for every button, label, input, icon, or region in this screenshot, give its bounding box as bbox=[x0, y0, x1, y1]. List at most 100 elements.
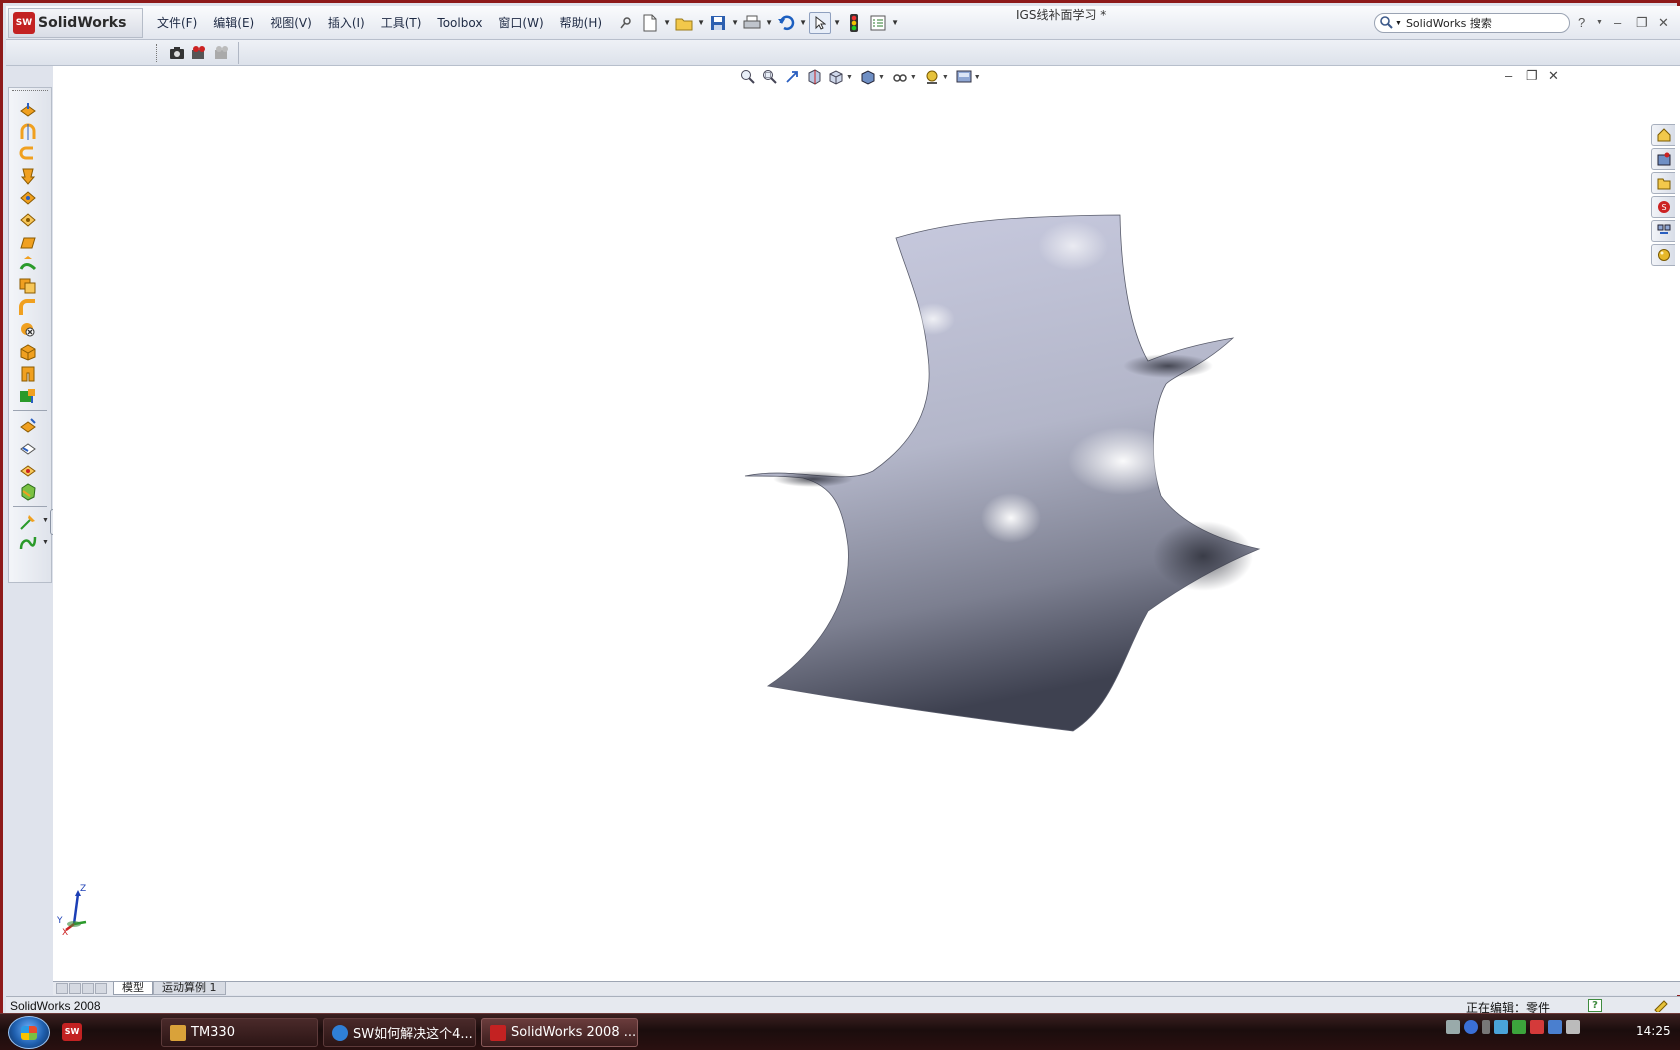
camera-tray-icon[interactable] bbox=[1494, 1020, 1508, 1034]
shield-tray-icon[interactable] bbox=[1512, 1020, 1526, 1034]
menu-file[interactable]: 文件(F) bbox=[149, 6, 205, 40]
replace-face-icon[interactable] bbox=[18, 386, 38, 406]
print-dropdown-icon[interactable]: ▼ bbox=[764, 18, 774, 27]
lofted-surface-icon[interactable] bbox=[18, 166, 38, 186]
toolbar-divider bbox=[13, 410, 47, 411]
status-help-icon[interactable]: ? bbox=[1588, 999, 1602, 1012]
knit-surface-icon[interactable] bbox=[18, 276, 38, 296]
extend-surface-icon[interactable] bbox=[18, 416, 38, 436]
help-tray-icon[interactable] bbox=[1464, 1020, 1478, 1034]
swept-surface-icon[interactable] bbox=[18, 144, 38, 164]
extruded-surface-icon[interactable] bbox=[18, 100, 38, 120]
menu-view[interactable]: 视图(V) bbox=[262, 6, 320, 40]
restore-button[interactable]: ❐ bbox=[1636, 6, 1648, 40]
tab-navigation bbox=[53, 983, 113, 995]
taskbar-item-solidworks[interactable]: SolidWorks 2008 ... bbox=[481, 1018, 638, 1047]
revolved-surface-icon[interactable] bbox=[18, 122, 38, 142]
solidworks-logo[interactable]: SW SolidWorks bbox=[8, 7, 143, 38]
tab-next-icon[interactable] bbox=[82, 983, 94, 994]
select-dropdown-icon[interactable]: ▼ bbox=[832, 18, 842, 27]
new-dropdown-icon[interactable]: ▼ bbox=[662, 18, 672, 27]
menu-help[interactable]: 帮助(H) bbox=[552, 6, 610, 40]
menu-insert[interactable]: 插入(I) bbox=[320, 6, 373, 40]
search-icon[interactable] bbox=[1379, 15, 1395, 32]
taskbar-item-tm330[interactable]: TM330 bbox=[161, 1018, 318, 1047]
security-tray-icon[interactable] bbox=[1530, 1020, 1544, 1034]
help-dropdown-icon[interactable]: ▼ bbox=[1596, 6, 1603, 40]
filled-surface-icon[interactable] bbox=[18, 210, 38, 230]
fillet-icon[interactable] bbox=[18, 298, 38, 318]
search-box[interactable]: ▼ SolidWorks 搜索 bbox=[1374, 13, 1570, 33]
taskbar-clock: 14:25 bbox=[1636, 1024, 1671, 1038]
close-button[interactable]: ✕ bbox=[1658, 6, 1669, 40]
folder-app-icon bbox=[170, 1024, 186, 1041]
document-title: IGS线补面学习 * bbox=[1016, 8, 1107, 22]
pin-icon[interactable] bbox=[615, 12, 637, 34]
options-icon[interactable] bbox=[867, 12, 889, 34]
search-dropdown-icon[interactable]: ▼ bbox=[1395, 20, 1402, 27]
menu-window[interactable]: 窗口(W) bbox=[490, 6, 551, 40]
status-bar: SolidWorks 2008 正在编辑：零件 ? bbox=[6, 996, 1680, 1015]
stop-record-icon[interactable] bbox=[212, 42, 234, 64]
menu-bar: SW SolidWorks 文件(F) 编辑(E) 视图(V) 插入(I) 工具… bbox=[6, 6, 1680, 40]
print-icon[interactable] bbox=[741, 12, 763, 34]
new-document-icon[interactable] bbox=[639, 12, 661, 34]
offset-surface-icon[interactable] bbox=[18, 254, 38, 274]
open-dropdown-icon[interactable]: ▼ bbox=[696, 18, 706, 27]
untrim-surface-icon[interactable] bbox=[18, 438, 38, 458]
cut-with-surface-icon[interactable] bbox=[18, 460, 38, 480]
spline-icon[interactable] bbox=[18, 534, 38, 554]
expand-tray-icon[interactable] bbox=[1482, 1020, 1490, 1034]
curves-dropdown-icon[interactable]: ▼ bbox=[42, 517, 49, 524]
menu-edit[interactable]: 编辑(E) bbox=[205, 6, 262, 40]
tab-prev-icon[interactable] bbox=[69, 983, 81, 994]
record-video-icon[interactable] bbox=[189, 42, 211, 64]
planar-surface-icon[interactable] bbox=[18, 232, 38, 252]
solidworks-app-icon bbox=[490, 1024, 506, 1041]
minimize-button[interactable]: – bbox=[1614, 6, 1621, 40]
menu-tools[interactable]: 工具(T) bbox=[373, 6, 430, 40]
tab-last-icon[interactable] bbox=[95, 983, 107, 994]
system-tray bbox=[1446, 1020, 1580, 1034]
search-input[interactable]: SolidWorks 搜索 bbox=[1406, 15, 1492, 31]
toolbar-divider bbox=[13, 506, 47, 507]
volume-icon[interactable] bbox=[1566, 1020, 1580, 1034]
toolbar-grip[interactable] bbox=[156, 44, 158, 62]
undo-dropdown-icon[interactable]: ▼ bbox=[798, 18, 808, 27]
save-icon[interactable] bbox=[707, 12, 729, 34]
surface-model[interactable] bbox=[53, 66, 1680, 916]
spline-dropdown-icon[interactable]: ▼ bbox=[42, 539, 49, 546]
open-folder-icon[interactable] bbox=[673, 12, 695, 34]
features-toolbar: ▼ ▼ bbox=[8, 87, 52, 583]
quicklaunch-solidworks-icon[interactable]: SW bbox=[62, 1023, 82, 1041]
model-tabs: 模型 运动算例 1 bbox=[53, 981, 1680, 995]
triad-z-label: Z bbox=[80, 884, 87, 894]
boundary-surface-icon[interactable] bbox=[18, 188, 38, 208]
trim-surface-icon[interactable] bbox=[18, 364, 38, 384]
select-arrow-icon[interactable] bbox=[809, 11, 832, 34]
status-version: SolidWorks 2008 bbox=[10, 999, 101, 1013]
undo-icon[interactable] bbox=[775, 12, 797, 34]
windows-taskbar: SW TM330 SW如何解决这个4... SolidWorks 2008 ..… bbox=[0, 1013, 1680, 1050]
help-button[interactable]: ? bbox=[1578, 6, 1585, 40]
tab-first-icon[interactable] bbox=[56, 983, 68, 994]
options-dropdown-icon[interactable]: ▼ bbox=[890, 18, 900, 27]
secondary-toolbar bbox=[6, 40, 1680, 66]
keyboard-icon[interactable] bbox=[1446, 1020, 1460, 1034]
thicken-icon[interactable] bbox=[18, 342, 38, 362]
toolbar-grip[interactable] bbox=[12, 90, 48, 93]
taskbar-item-browser[interactable]: SW如何解决这个4... bbox=[323, 1018, 476, 1047]
menu-toolbox[interactable]: Toolbox bbox=[429, 6, 490, 40]
tab-motion-study[interactable]: 运动算例 1 bbox=[153, 982, 226, 995]
tab-model[interactable]: 模型 bbox=[113, 982, 153, 995]
save-dropdown-icon[interactable]: ▼ bbox=[730, 18, 740, 27]
delete-face-icon[interactable] bbox=[18, 320, 38, 340]
start-button[interactable] bbox=[8, 1016, 50, 1049]
graphics-area[interactable]: ▼ ▼ ▼ ▼ ▼ – ❐ ✕ S Z Y X 模型 运动算例 1 bbox=[53, 66, 1680, 995]
triad-x-label: X bbox=[62, 928, 69, 938]
network-tray-icon[interactable] bbox=[1548, 1020, 1562, 1034]
camera-icon[interactable] bbox=[166, 42, 188, 64]
curves-icon[interactable] bbox=[18, 512, 38, 532]
ruled-surface-icon[interactable] bbox=[18, 482, 38, 502]
rebuild-icon[interactable] bbox=[843, 12, 865, 34]
